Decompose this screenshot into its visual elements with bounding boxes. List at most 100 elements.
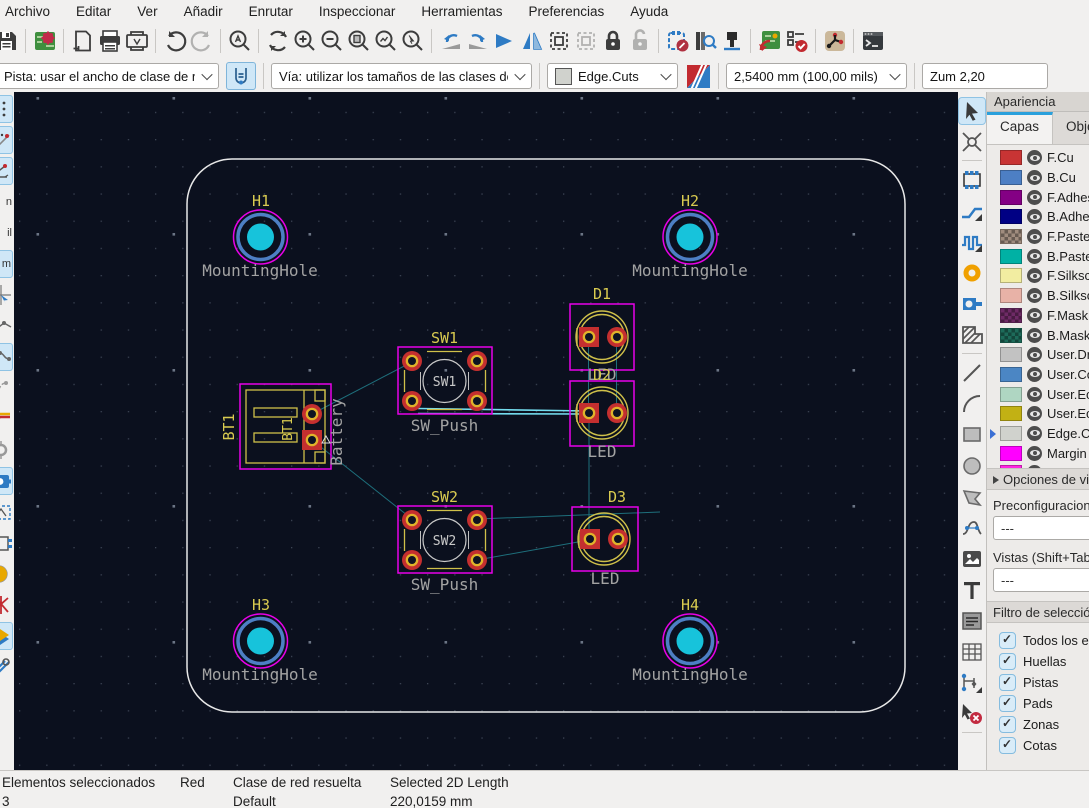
grid-overrides-icon[interactable] — [0, 126, 13, 154]
visibility-eye-icon[interactable] — [1027, 229, 1042, 245]
flip-view-icon[interactable] — [491, 28, 518, 55]
selection-filter-header[interactable]: Filtro de selección — [987, 601, 1089, 623]
checkbox-checked-icon[interactable] — [999, 632, 1016, 649]
pads-display-icon[interactable] — [0, 467, 13, 495]
footprints-display-icon[interactable] — [0, 529, 13, 557]
zones-display-icon[interactable] — [0, 560, 13, 588]
layer-color-swatch[interactable] — [1000, 327, 1022, 343]
viewports-select[interactable]: --- — [993, 568, 1089, 592]
layer-row-fcu[interactable]: F.Cu — [987, 148, 1089, 168]
draw-rectangle-tool-icon[interactable] — [959, 422, 985, 448]
filter-all-items[interactable]: Todos los elementos — [987, 630, 1089, 651]
layer-color-swatch[interactable] — [1000, 425, 1022, 441]
layer-row-fpaste[interactable]: F.Paste — [987, 227, 1089, 247]
units-mm-icon[interactable]: m — [0, 250, 13, 278]
menu-preferencias[interactable]: Preferencias — [515, 2, 617, 21]
layer-color-swatch[interactable] — [1000, 386, 1022, 402]
layer-row-bsilk[interactable]: B.Silkscreen — [987, 286, 1089, 306]
menu-inspeccionar[interactable]: Inspeccionar — [306, 2, 409, 21]
redo-icon[interactable] — [188, 28, 215, 55]
visibility-eye-icon[interactable] — [1027, 425, 1042, 441]
unlock-icon[interactable] — [626, 28, 653, 55]
filter-pads[interactable]: Pads — [987, 693, 1089, 714]
tab-capas[interactable]: Capas — [987, 112, 1054, 144]
layer-row-fsilk[interactable]: F.Silkscreen — [987, 266, 1089, 286]
group-icon[interactable] — [545, 28, 572, 55]
checkbox-checked-icon[interactable] — [999, 737, 1016, 754]
layer-color-swatch[interactable] — [1000, 209, 1022, 225]
ungroup-icon[interactable] — [572, 28, 599, 55]
visibility-eye-icon[interactable] — [1027, 445, 1042, 461]
add-via-tool-icon[interactable] — [959, 260, 985, 286]
add-table-tool-icon[interactable] — [959, 639, 985, 665]
nav-forward-icon[interactable] — [464, 28, 491, 55]
layer-row-fmask[interactable]: F.Mask — [987, 306, 1089, 326]
zoom-fit-objects-icon[interactable] — [372, 28, 399, 55]
menu-archivo[interactable]: Archivo — [0, 2, 63, 21]
zoom-selection-icon[interactable] — [399, 28, 426, 55]
add-textbox-tool-icon[interactable] — [959, 608, 985, 634]
layer-pair-icon[interactable] — [685, 63, 711, 90]
track-width-select[interactable]: Pista: usar el ancho de clase de red — [0, 63, 219, 89]
design-rules-check-icon[interactable] — [783, 28, 810, 55]
checkbox-checked-icon[interactable] — [999, 653, 1016, 670]
layer-color-swatch[interactable] — [1000, 189, 1022, 205]
lock-icon[interactable] — [599, 28, 626, 55]
layer-color-swatch[interactable] — [1000, 307, 1022, 323]
layer-color-swatch[interactable] — [1000, 288, 1022, 304]
layer-color-swatch[interactable] — [1000, 150, 1022, 166]
grid-select[interactable]: 2,5400 mm (100,00 mils) — [726, 63, 907, 89]
select-tool-icon[interactable] — [958, 96, 986, 125]
polar-coordinates-icon[interactable] — [0, 157, 13, 185]
plot-icon[interactable] — [123, 28, 150, 55]
ratsnest-visibility-icon[interactable] — [0, 312, 13, 340]
visibility-eye-icon[interactable] — [1027, 248, 1042, 264]
add-footprint-tool-icon[interactable] — [959, 291, 985, 317]
layer-row-margin[interactable]: Margin — [987, 443, 1089, 463]
add-text-tool-icon[interactable] — [959, 577, 985, 603]
undo-icon[interactable] — [161, 28, 188, 55]
net-names-display-icon[interactable] — [0, 498, 13, 526]
mirror-view-icon[interactable] — [518, 28, 545, 55]
visibility-eye-icon[interactable] — [1027, 366, 1042, 382]
via-properties-icon[interactable] — [718, 28, 745, 55]
layer-color-swatch[interactable] — [1000, 406, 1022, 422]
crosshair-cursor-icon[interactable] — [0, 281, 13, 309]
layer-row-bmask[interactable]: B.Mask — [987, 325, 1089, 345]
scripting-console-icon[interactable] — [859, 28, 886, 55]
layer-row-fadhes[interactable]: F.Adhes — [987, 187, 1089, 207]
visibility-eye-icon[interactable] — [1027, 406, 1042, 422]
layer-row-bcu[interactable]: B.Cu — [987, 168, 1089, 188]
layer-color-swatch[interactable] — [1000, 445, 1022, 461]
local-ratsnest-tool-icon[interactable] — [959, 167, 985, 193]
visibility-eye-icon[interactable] — [1027, 170, 1042, 186]
pcb-canvas[interactable]: H1 MountingHole H2 MountingHole H3 Mount… — [14, 92, 958, 770]
layer-row-usereco1[interactable]: User.Eco1 — [987, 384, 1089, 404]
units-inches-icon[interactable]: n — [0, 188, 13, 216]
layer-row-usereco2[interactable]: User.Eco2 — [987, 404, 1089, 424]
filter-footprints[interactable]: Huellas — [987, 651, 1089, 672]
zoom-refresh-icon[interactable] — [264, 28, 291, 55]
layer-row-edgecuts[interactable]: Edge.Cuts — [987, 424, 1089, 444]
menu-ayuda[interactable]: Ayuda — [617, 2, 681, 21]
delete-tool-icon[interactable] — [959, 701, 985, 727]
layer-color-swatch[interactable] — [1000, 465, 1022, 468]
menu-herramientas[interactable]: Herramientas — [408, 2, 515, 21]
visibility-eye-icon[interactable] — [1027, 465, 1042, 468]
visibility-eye-icon[interactable] — [1027, 189, 1042, 205]
find-icon[interactable] — [226, 28, 253, 55]
footprint-editor-icon[interactable] — [664, 28, 691, 55]
draw-arc-tool-icon[interactable] — [959, 391, 985, 417]
zoom-select[interactable]: Zum 2,20 — [922, 63, 1048, 89]
filter-dimensions[interactable]: Cotas — [987, 735, 1089, 756]
nav-back-icon[interactable] — [437, 28, 464, 55]
active-layer-select[interactable]: Edge.Cuts — [547, 63, 678, 89]
menu-ver[interactable]: Ver — [124, 2, 170, 21]
print-icon[interactable] — [96, 28, 123, 55]
layer-color-swatch[interactable] — [1000, 366, 1022, 382]
auto-track-width-toggle[interactable] — [226, 62, 256, 90]
layer-color-swatch[interactable] — [1000, 229, 1022, 245]
units-mils-icon[interactable]: il — [0, 219, 13, 247]
tab-objetos[interactable]: Objetos — [1053, 112, 1089, 144]
zoom-fit-page-icon[interactable] — [345, 28, 372, 55]
